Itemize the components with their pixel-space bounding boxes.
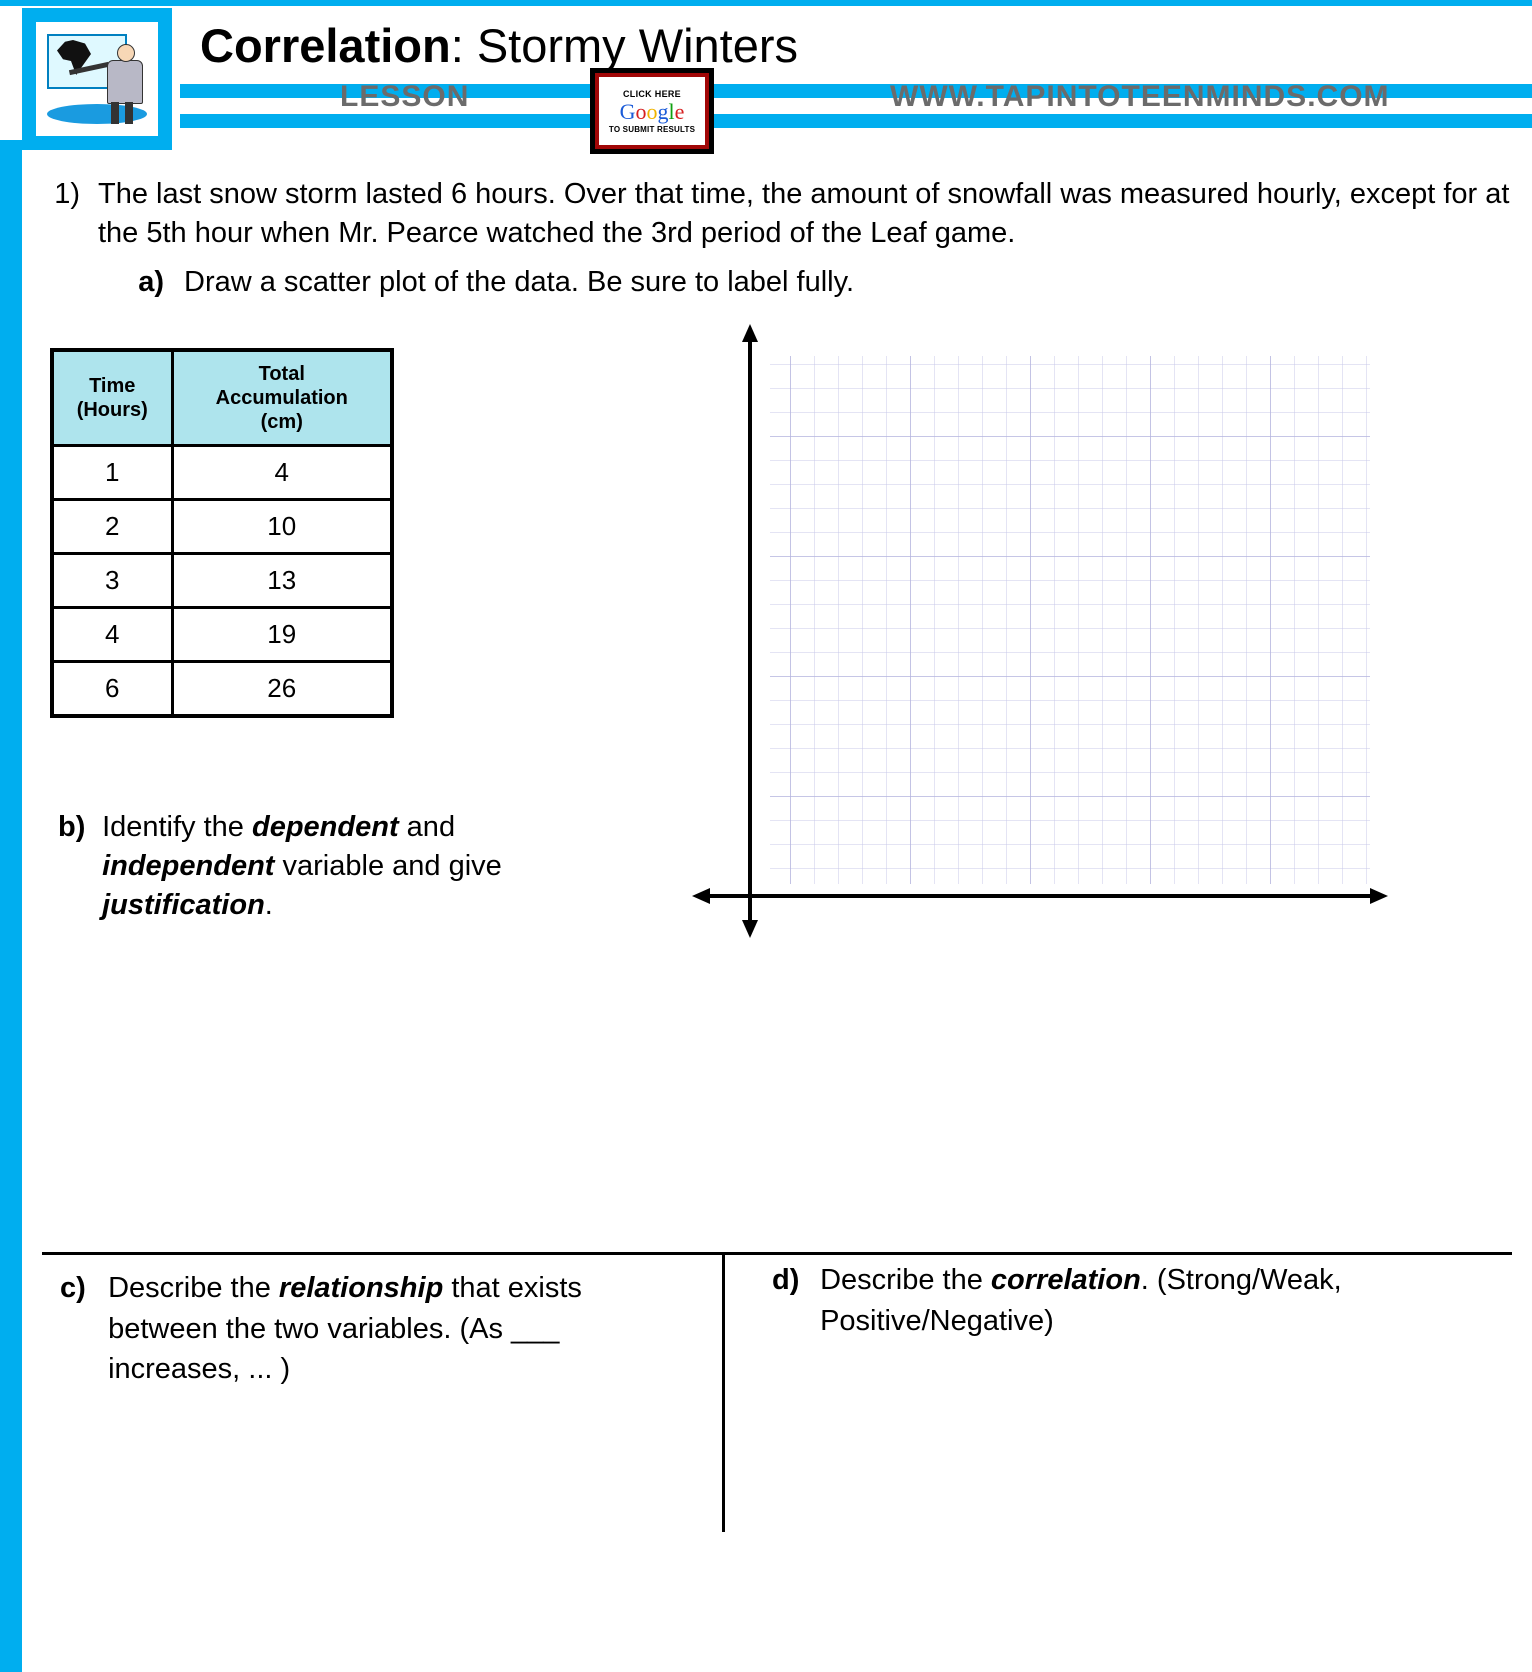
badge-submit-text: TO SUBMIT RESULTS (609, 125, 695, 134)
question-block: 1) The last snow storm lasted 6 hours. O… (40, 175, 1510, 302)
question-prompt: The last snow storm lasted 6 hours. Over… (98, 178, 1509, 249)
mid-area: Time(Hours) TotalAccumulation(cm) 14 210… (50, 348, 1510, 968)
table-row: 210 (52, 500, 392, 554)
part-c-text: Describe the relationship that exists be… (108, 1268, 698, 1390)
google-logo-text: Google (620, 99, 685, 125)
website-url: WWW.TAPINTOTEENMINDS.COM (890, 80, 1390, 114)
page-left-border (0, 140, 22, 1672)
part-d: d) Describe the correlation. (Strong/Wea… (772, 1260, 1472, 1341)
part-b: b) Identify the dependent and independen… (58, 808, 538, 925)
page-title: Correlation: Stormy Winters (200, 18, 1500, 73)
data-table: Time(Hours) TotalAccumulation(cm) 14 210… (50, 348, 394, 718)
title-rest: : Stormy Winters (451, 19, 798, 72)
col1-header: Time(Hours) (52, 350, 172, 446)
part-b-text: Identify the dependent and independent v… (102, 808, 522, 925)
header-bars: LESSON WWW.TAPINTOTEENMINDS.COM (180, 78, 1532, 138)
col2-header: TotalAccumulation(cm) (172, 350, 392, 446)
question-number: 1) (40, 175, 80, 302)
badge-click-here: CLICK HERE (623, 89, 681, 99)
table-row: 313 (52, 554, 392, 608)
google-submit-badge[interactable]: CLICK HERE Google TO SUBMIT RESULTS (590, 68, 714, 154)
bottom-horizontal-divider (42, 1252, 1512, 1255)
logo-box (22, 8, 172, 150)
table-row: 14 (52, 446, 392, 500)
part-a-label: a) (128, 263, 164, 302)
part-d-text: Describe the correlation. (Strong/Weak, … (820, 1260, 1470, 1341)
table-row: 419 (52, 608, 392, 662)
part-a-text: Draw a scatter plot of the data. Be sure… (184, 263, 1510, 302)
part-b-label: b) (58, 808, 94, 847)
lesson-label: LESSON (340, 80, 469, 114)
part-c: c) Describe the relationship that exists… (60, 1268, 700, 1390)
title-bold: Correlation (200, 19, 451, 72)
table-row: 626 (52, 662, 392, 717)
part-d-label: d) (772, 1260, 812, 1301)
teacher-map-logo (47, 34, 147, 124)
part-c-label: c) (60, 1268, 100, 1309)
header-top-stripe (0, 0, 1532, 6)
bottom-vertical-divider (722, 1252, 725, 1532)
blank-scatter-grid (670, 316, 1390, 956)
